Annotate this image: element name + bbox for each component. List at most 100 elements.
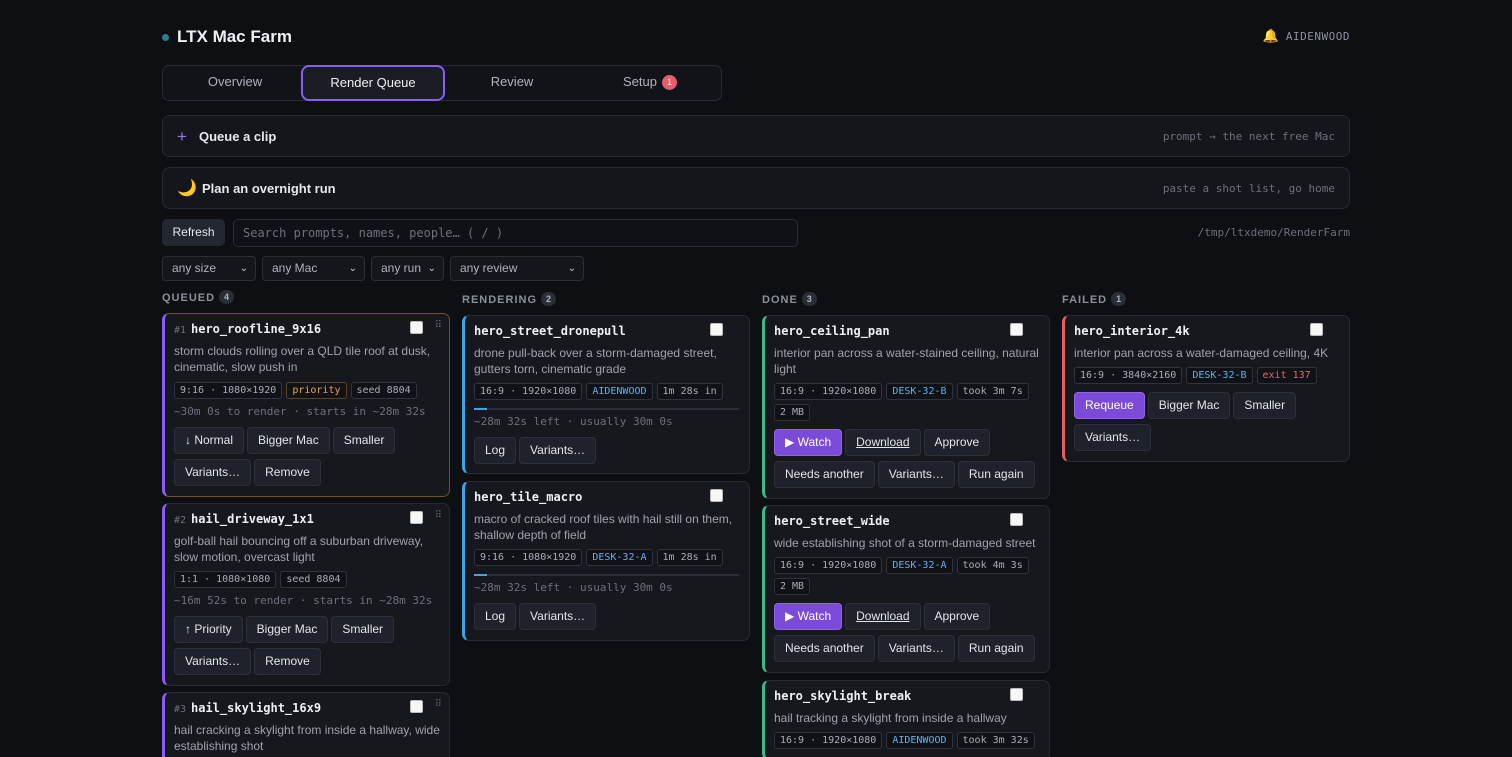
clip-name: hero_roofline_9x16 [191, 322, 322, 336]
size-chip: 9:16 · 1080×1920 [174, 382, 283, 399]
overnight-run-hint: paste a shot list, go home [1162, 182, 1335, 195]
done-card[interactable]: hero_ceiling_pan interior pan across a w… [762, 315, 1050, 499]
tab-overview[interactable]: Overview [163, 65, 307, 101]
remove-button[interactable]: Remove [254, 459, 321, 486]
variants-button[interactable]: Variants… [519, 437, 597, 464]
size-chip: 16:9 · 1920×1080 [474, 383, 583, 400]
clip-chips: 16:9 · 1920×1080 AIDENWOOD 1m 28s in [474, 383, 746, 404]
requeue-button[interactable]: Requeue [1074, 392, 1145, 419]
done-card[interactable]: hero_skylight_break hail tracking a skyl… [762, 680, 1050, 757]
size-filter-select[interactable]: any size ⌄ [162, 256, 256, 281]
clip-prompt: interior pan across a water-damaged ceil… [1074, 346, 1329, 360]
tab-review[interactable]: Review [440, 65, 584, 101]
search-input[interactable]: Search prompts, names, people… ( / ) [233, 219, 798, 247]
clip-name: hero_skylight_break [774, 689, 912, 703]
run-filter-select[interactable]: any run ⌄ [371, 256, 444, 281]
render-card[interactable]: hero_street_dronepull drone pull-back ov… [462, 315, 750, 474]
clip-prompt: hail cracking a skylight from inside a h… [174, 723, 440, 753]
select-checkbox[interactable] [1010, 688, 1023, 701]
clip-name: hero_ceiling_pan [774, 324, 890, 338]
download-button[interactable]: Download [845, 429, 921, 456]
queue-card[interactable]: #1 hero_roofline_9x16 ⠿ storm clouds rol… [162, 313, 450, 497]
card-actions: ▶ Watch Download Approve Needs another Varia… [774, 429, 1050, 493]
select-checkbox[interactable] [410, 511, 423, 524]
normal-priority-button[interactable]: ↓ Normal [174, 427, 245, 454]
bigger-mac-button[interactable]: Bigger Mac [247, 427, 330, 454]
status-dot [162, 34, 169, 41]
drag-handle-icon[interactable]: ⠿ [435, 510, 442, 521]
log-button[interactable]: Log [474, 437, 517, 464]
refresh-button[interactable]: Refresh [162, 219, 225, 246]
column-header: QUEUED 4 [162, 290, 450, 310]
review-filter-select[interactable]: any review ⌄ [450, 256, 584, 281]
column-count: 1 [1111, 292, 1127, 306]
approve-button[interactable]: Approve [923, 603, 991, 630]
mac-filter-select[interactable]: any Mac ⌄ [262, 256, 365, 281]
clip-name: hail_driveway_1x1 [191, 512, 314, 526]
needs-another-button[interactable]: Needs another [774, 635, 875, 662]
queue-card[interactable]: #3 hail_skylight_16x9 ⠿ hail cracking a … [162, 692, 450, 757]
smaller-button[interactable]: Smaller [331, 616, 395, 643]
seed-chip: seed 8804 [350, 382, 417, 399]
variants-button[interactable]: Variants… [877, 461, 955, 488]
duration-chip: took 4m 3s [956, 557, 1029, 574]
select-checkbox[interactable] [410, 700, 423, 713]
mac-chip: DESK-32-B [886, 383, 953, 400]
drag-handle-icon[interactable]: ⠿ [435, 320, 442, 331]
variants-button[interactable]: Variants… [519, 603, 597, 630]
failed-card[interactable]: hero_interior_4k interior pan across a w… [1062, 315, 1350, 462]
clip-name: hero_street_dronepull [474, 324, 626, 338]
variants-button[interactable]: Variants… [174, 648, 252, 675]
select-checkbox[interactable] [710, 489, 723, 502]
bigger-mac-button[interactable]: Bigger Mac [1147, 392, 1231, 419]
download-button[interactable]: Download [845, 603, 921, 630]
variants-button[interactable]: Variants… [1074, 424, 1152, 451]
mac-chip: DESK-32-A [586, 549, 653, 566]
select-checkbox[interactable] [710, 323, 723, 336]
select-value: any Mac [272, 261, 318, 275]
clip-prompt: interior pan across a water-stained ceil… [774, 346, 1039, 376]
duration-chip: took 3m 32s [956, 732, 1035, 749]
run-again-button[interactable]: Run again [957, 461, 1035, 488]
run-again-button[interactable]: Run again [957, 635, 1035, 662]
select-checkbox[interactable] [1310, 323, 1323, 336]
remove-button[interactable]: Remove [254, 648, 321, 675]
tab-bar: Overview Render Queue Review Setup 1 [162, 65, 722, 101]
watch-button[interactable]: ▶ Watch [774, 603, 843, 630]
variants-button[interactable]: Variants… [877, 635, 955, 662]
select-checkbox[interactable] [1010, 323, 1023, 336]
needs-another-button[interactable]: Needs another [774, 461, 875, 488]
render-progress-bar [474, 408, 739, 410]
select-checkbox[interactable] [410, 321, 423, 334]
overnight-run-bar[interactable]: 🌙 Plan an overnight run paste a shot lis… [162, 167, 1350, 209]
tab-label: Setup [623, 74, 657, 89]
app-title: LTX Mac Farm [177, 27, 292, 46]
render-card[interactable]: hero_tile_macro macro of cracked roof ti… [462, 481, 750, 641]
variants-button[interactable]: Variants… [174, 459, 252, 486]
select-checkbox[interactable] [1010, 513, 1023, 526]
tab-render-queue[interactable]: Render Queue [301, 65, 445, 101]
drag-handle-icon[interactable]: ⠿ [435, 699, 442, 710]
select-value: any size [172, 261, 217, 275]
queue-position: #3 [174, 704, 187, 715]
elapsed-chip: 1m 28s in [656, 549, 723, 566]
queue-card[interactable]: #2 hail_driveway_1x1 ⠿ golf-ball hail bo… [162, 503, 450, 686]
tab-setup[interactable]: Setup 1 [578, 65, 722, 101]
watch-button[interactable]: ▶ Watch [774, 429, 843, 456]
bigger-mac-button[interactable]: Bigger Mac [245, 616, 329, 643]
filesize-chip: 2 MB [774, 578, 811, 595]
log-button[interactable]: Log [474, 603, 517, 630]
bell-icon[interactable]: 🔔 [1263, 28, 1279, 44]
mac-chip: AIDENWOOD [586, 383, 653, 400]
clip-chips: 16:9 · 3840×2160 DESK-32-B exit 137 [1074, 367, 1346, 388]
column-header: FAILED 1 [1062, 292, 1350, 312]
smaller-button[interactable]: Smaller [1233, 392, 1297, 419]
priority-button[interactable]: ↑ Priority [174, 616, 243, 643]
exit-code-chip: exit 137 [1256, 367, 1317, 384]
smaller-button[interactable]: Smaller [332, 427, 396, 454]
done-card[interactable]: hero_street_wide wide establishing shot … [762, 505, 1050, 673]
user-name[interactable]: AIDENWOOD [1286, 30, 1350, 43]
queue-clip-bar[interactable]: + Queue a clip prompt → the next free Ma… [162, 115, 1350, 157]
tab-label: Review [490, 74, 534, 89]
approve-button[interactable]: Approve [923, 429, 991, 456]
